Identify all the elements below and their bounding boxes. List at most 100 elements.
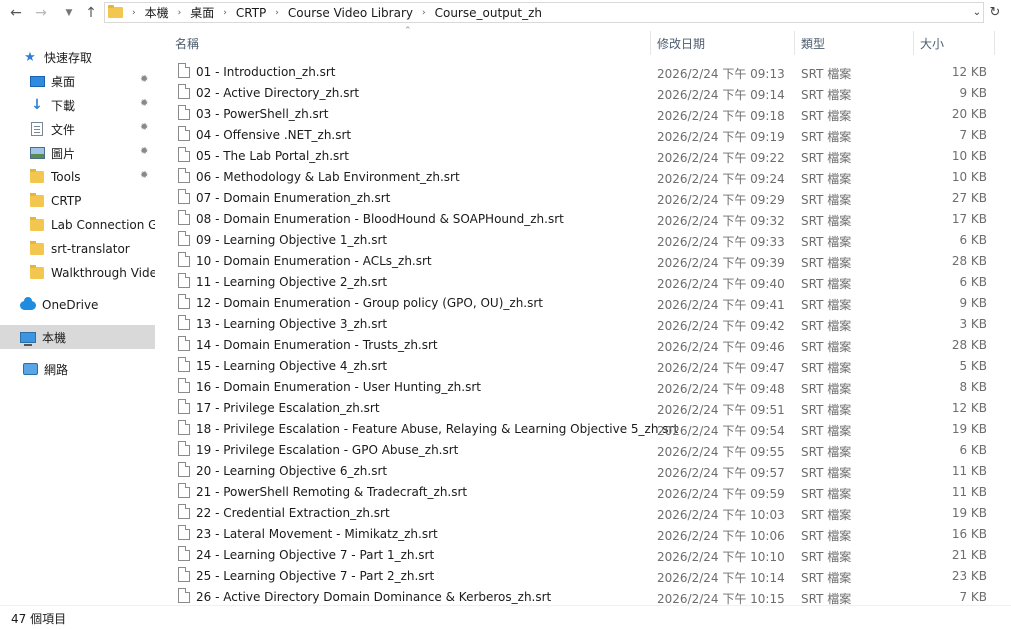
column-divider[interactable] [650, 31, 651, 55]
refresh-icon: ↻ [989, 5, 1001, 20]
file-row[interactable]: 12 - Domain Enumeration - Group policy (… [158, 292, 998, 313]
file-icon [178, 273, 190, 288]
address-field[interactable]: › 本機 › 桌面 › CRTP › Course Video Library › Course_… [104, 2, 984, 23]
file-row[interactable]: 09 - Learning Objective 1_zh.srt 2026/2/2… [158, 229, 998, 250]
sidebar-item[interactable]: srt-translator [0, 237, 155, 261]
file-row[interactable]: 11 - Learning Objective 2_zh.srt 2026/2/2… [158, 271, 998, 292]
file-name: 13 - Learning Objective 3_zh.srt [196, 317, 388, 331]
breadcrumb: › 本機 › 桌面 › CRTP › Course Video Library › Course_… [123, 4, 542, 21]
file-modified: 2026/2/24 下午 09:40 [657, 277, 785, 291]
column-divider[interactable] [913, 31, 914, 55]
file-name: 04 - Offensive .NET_zh.srt [196, 128, 352, 142]
chevron-right-icon[interactable]: › [275, 8, 279, 18]
breadcrumb-item[interactable]: 本機 [145, 4, 169, 21]
refresh-button[interactable]: ↻ [986, 3, 1004, 22]
breadcrumb-item[interactable]: 桌面 [190, 4, 214, 21]
file-type: SRT 檔案 [801, 529, 852, 543]
column-modified[interactable]: 修改日期 [657, 35, 705, 52]
chevron-right-icon[interactable]: › [223, 8, 227, 18]
column-size[interactable]: 大小 [920, 35, 944, 52]
sidebar-item[interactable]: Lab Connection Gu [0, 213, 155, 237]
file-list: 01 - Introduction_zh.srt 2026/2/24 下午 09:… [158, 61, 1011, 606]
file-row[interactable]: 24 - Learning Objective 7 - Part 1_zh.sr… [158, 544, 998, 565]
pin-icon: ✹ [140, 98, 149, 109]
address-history-dropdown[interactable]: ⌄ [970, 3, 984, 22]
sidebar-item[interactable]: 本機 [0, 325, 155, 349]
status-bar: 47 個項目 [0, 605, 1011, 629]
file-size: 8 KB [959, 380, 987, 394]
sidebar-item[interactable]: CRTP [0, 189, 155, 213]
sidebar-item[interactable]: ★ 快速存取 [0, 45, 155, 69]
file-row[interactable]: 18 - Privilege Escalation - Feature Abus… [158, 418, 998, 439]
sidebar-item[interactable]: 網路 [0, 357, 155, 381]
file-row[interactable]: 15 - Learning Objective 4_zh.srt 2026/2/2… [158, 355, 998, 376]
file-row[interactable]: 19 - Privilege Escalation - GPO Abuse_zh… [158, 439, 998, 460]
file-name: 12 - Domain Enumeration - Group policy (… [196, 296, 544, 310]
star-icon: ★ [24, 49, 36, 65]
chevron-right-icon[interactable]: › [422, 8, 426, 18]
file-icon [178, 105, 190, 120]
file-type: SRT 檔案 [801, 550, 852, 564]
sidebar-item-label: 圖片 [51, 146, 76, 161]
file-row[interactable]: 04 - Offensive .NET_zh.srt 2026/2/24 下午 0… [158, 124, 998, 145]
file-name: 17 - Privilege Escalation_zh.srt [196, 401, 380, 415]
folder-icon [29, 169, 45, 184]
file-modified: 2026/2/24 下午 10:10 [657, 550, 785, 564]
column-name[interactable]: 名稱 [175, 35, 199, 52]
file-type: SRT 檔案 [801, 319, 852, 333]
file-row[interactable]: 05 - The Lab Portal_zh.srt 2026/2/24 下午 0… [158, 145, 998, 166]
column-type[interactable]: 類型 [801, 35, 825, 52]
sidebar-item[interactable]: Walkthrough Vide [0, 261, 155, 285]
file-modified: 2026/2/24 下午 10:03 [657, 508, 785, 522]
file-row[interactable]: 25 - Learning Objective 7 - Part 2_zh.sr… [158, 565, 998, 586]
file-type: SRT 檔案 [801, 214, 852, 228]
back-button[interactable]: ← [5, 0, 27, 25]
breadcrumb-item[interactable]: Course_output_zh [435, 6, 542, 20]
chevron-right-icon[interactable]: › [132, 8, 136, 18]
sidebar-item[interactable]: 文件 ✹ [0, 117, 155, 141]
pictures-icon [29, 146, 45, 160]
file-row[interactable]: 20 - Learning Objective 6_zh.srt 2026/2/2… [158, 460, 998, 481]
forward-button[interactable]: → [30, 0, 52, 25]
documents-icon [29, 122, 45, 136]
sidebar-item[interactable]: 圖片 ✹ [0, 141, 155, 165]
network-icon [22, 362, 38, 376]
sidebar-item[interactable]: 桌面 ✹ [0, 69, 155, 93]
file-type: SRT 檔案 [801, 88, 852, 102]
breadcrumb-item[interactable]: Course Video Library [288, 6, 413, 20]
file-row[interactable]: 26 - Active Directory Domain Dominance &… [158, 586, 998, 606]
file-icon [178, 126, 190, 141]
file-row[interactable]: 22 - Credential Extraction_zh.srt 2026/2/… [158, 502, 998, 523]
file-name: 26 - Active Directory Domain Dominance &… [196, 590, 552, 604]
file-name: 02 - Active Directory_zh.srt [196, 86, 360, 100]
column-divider[interactable] [794, 31, 795, 55]
file-row[interactable]: 06 - Methodology & Lab Environment_zh.sr… [158, 166, 998, 187]
sidebar-item[interactable]: ↓ 下載 ✹ [0, 93, 155, 117]
file-row[interactable]: 07 - Domain Enumeration_zh.srt 2026/2/24 … [158, 187, 998, 208]
recent-locations-button[interactable]: ▼ [58, 0, 80, 25]
sidebar-item[interactable]: Tools ✹ [0, 165, 155, 189]
file-row[interactable]: 08 - Domain Enumeration - BloodHound & S… [158, 208, 998, 229]
sidebar-item[interactable]: OneDrive [0, 293, 155, 317]
sidebar-item-label: 快速存取 [44, 50, 93, 65]
column-divider[interactable] [994, 31, 995, 55]
file-row[interactable]: 10 - Domain Enumeration - ACLs_zh.srt 202… [158, 250, 998, 271]
file-row[interactable]: 21 - PowerShell Remoting & Tradecraft_zh… [158, 481, 998, 502]
file-modified: 2026/2/24 下午 09:24 [657, 172, 785, 186]
file-row[interactable]: 13 - Learning Objective 3_zh.srt 2026/2/2… [158, 313, 998, 334]
file-row[interactable]: 17 - Privilege Escalation_zh.srt 2026/2/2… [158, 397, 998, 418]
file-row[interactable]: 03 - PowerShell_zh.srt 2026/2/24 下午 09:18… [158, 103, 998, 124]
file-modified: 2026/2/24 下午 09:41 [657, 298, 785, 312]
file-row[interactable]: 16 - Domain Enumeration - User Hunting_z… [158, 376, 998, 397]
file-icon [178, 168, 190, 183]
chevron-right-icon[interactable]: › [178, 8, 182, 18]
up-button[interactable]: ↑ [80, 0, 102, 25]
file-name: 14 - Domain Enumeration - Trusts_zh.srt [196, 338, 438, 352]
file-icon [178, 252, 190, 267]
desktop-icon [29, 74, 45, 88]
breadcrumb-item[interactable]: CRTP [236, 6, 266, 20]
file-row[interactable]: 23 - Lateral Movement - Mimikatz_zh.srt 2… [158, 523, 998, 544]
file-row[interactable]: 14 - Domain Enumeration - Trusts_zh.srt 2… [158, 334, 998, 355]
file-row[interactable]: 01 - Introduction_zh.srt 2026/2/24 下午 09:… [158, 61, 998, 82]
file-row[interactable]: 02 - Active Directory_zh.srt 2026/2/24 下午… [158, 82, 998, 103]
